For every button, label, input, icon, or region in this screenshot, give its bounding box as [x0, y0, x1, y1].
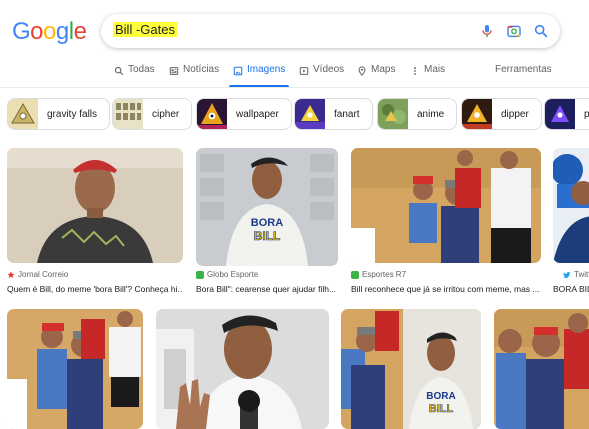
- chip-label: cipher: [152, 108, 180, 120]
- tab-label: Imagens: [247, 64, 286, 75]
- result-image[interactable]: [7, 309, 143, 429]
- play-icon: [299, 67, 309, 75]
- chip-label: fanart: [334, 108, 360, 120]
- result-image[interactable]: [7, 148, 183, 263]
- result-image[interactable]: [351, 148, 541, 263]
- result-image[interactable]: [156, 309, 329, 429]
- chip-thumbnail: [545, 99, 575, 129]
- tab-all[interactable]: Todas: [114, 64, 155, 88]
- search-icon: [114, 66, 124, 76]
- tab-more[interactable]: Mais: [410, 64, 445, 88]
- related-chips: gravity falls cipher wallpaper fanart an…: [7, 98, 589, 131]
- shirt-text-bottom: BILL: [254, 229, 281, 243]
- result-source-name: Jornal Correio: [18, 270, 69, 279]
- chip-gravity-falls[interactable]: gravity falls: [7, 98, 111, 130]
- result-image[interactable]: [553, 148, 589, 263]
- shirt-text-top: BORA: [251, 217, 283, 229]
- result-source-name: Twitter: [574, 270, 589, 279]
- chip-more[interactable]: p: [544, 98, 589, 130]
- tab-images[interactable]: Imagens: [228, 64, 290, 88]
- r7-favicon-icon: [351, 270, 359, 279]
- tab-news[interactable]: Notícias: [169, 64, 219, 88]
- search-tabs: Todas Notícias Imagens Vídeos Maps Mais …: [0, 64, 589, 88]
- chip-label: p: [584, 108, 589, 120]
- tab-label: Maps: [371, 64, 396, 75]
- chip-cipher[interactable]: cipher: [112, 98, 193, 130]
- image-icon: [233, 66, 243, 76]
- tools-label: Ferramentas: [495, 64, 552, 75]
- result-source[interactable]: Twitter: [563, 270, 589, 279]
- logo-letter: o: [43, 18, 56, 45]
- tabs-divider: [0, 87, 589, 88]
- twitter-favicon-icon: [563, 271, 571, 278]
- result-source[interactable]: Esportes R7: [351, 270, 406, 279]
- tab-label: Vídeos: [313, 64, 345, 75]
- chip-thumbnail: [378, 99, 408, 129]
- result-title[interactable]: Quem é Bill, do meme 'bora Bill'? Conheç…: [7, 284, 183, 294]
- chip-label: anime: [417, 108, 445, 120]
- result-title[interactable]: BORA BILL: [553, 284, 589, 294]
- result-title[interactable]: Bill reconhece que já se irritou com mem…: [351, 284, 541, 294]
- google-logo[interactable]: Google: [12, 18, 87, 46]
- chip-thumbnail: [113, 99, 143, 129]
- chip-anime[interactable]: anime: [377, 98, 458, 130]
- search-query[interactable]: Bill -Gates: [113, 22, 177, 37]
- chip-thumbnail: [8, 99, 38, 129]
- tab-videos[interactable]: Vídeos: [299, 64, 344, 88]
- map-pin-icon: [358, 66, 366, 76]
- more-vert-icon: [414, 67, 416, 75]
- logo-letter: e: [73, 18, 87, 45]
- search-icon[interactable]: [533, 23, 549, 39]
- logo-letter: g: [55, 18, 69, 45]
- chip-label: wallpaper: [236, 108, 279, 120]
- chip-fanart[interactable]: fanart: [294, 98, 373, 130]
- chip-dipper[interactable]: dipper: [461, 98, 542, 130]
- tools-button[interactable]: Ferramentas: [495, 64, 552, 88]
- chip-label: dipper: [501, 108, 529, 120]
- result-image[interactable]: BORA BILL: [196, 148, 338, 266]
- result-title[interactable]: Bora Bill": cearense quer ajudar filh...: [196, 284, 338, 294]
- chip-thumbnail: [295, 99, 325, 129]
- chip-thumbnail: [197, 99, 227, 129]
- chip-label: gravity falls: [47, 108, 98, 120]
- shirt-text-bottom: BILL: [429, 403, 454, 415]
- globo-favicon-icon: [196, 270, 204, 279]
- chip-wallpaper[interactable]: wallpaper: [196, 98, 292, 130]
- microphone-icon[interactable]: [479, 23, 495, 39]
- shirt-text-top: BORA: [426, 391, 455, 402]
- tab-label: Notícias: [183, 64, 220, 75]
- result-source-name: Globo Esporte: [207, 270, 259, 279]
- result-image[interactable]: [494, 309, 589, 429]
- logo-letter: o: [30, 18, 44, 45]
- result-source[interactable]: Globo Esporte: [196, 270, 258, 279]
- result-image[interactable]: BORA BILL: [341, 309, 481, 429]
- chip-thumbnail: [462, 99, 492, 129]
- news-icon: [169, 67, 179, 75]
- tab-maps[interactable]: Maps: [357, 64, 395, 88]
- logo-letter: G: [12, 18, 31, 45]
- camera-lens-icon[interactable]: [506, 23, 522, 39]
- tab-label: Mais: [424, 64, 446, 75]
- result-source[interactable]: Jornal Correio: [7, 270, 68, 279]
- search-box[interactable]: Bill -Gates: [101, 14, 560, 48]
- result-source-name: Esportes R7: [362, 270, 407, 279]
- star-favicon-icon: [7, 270, 15, 278]
- tab-label: Todas: [128, 64, 155, 75]
